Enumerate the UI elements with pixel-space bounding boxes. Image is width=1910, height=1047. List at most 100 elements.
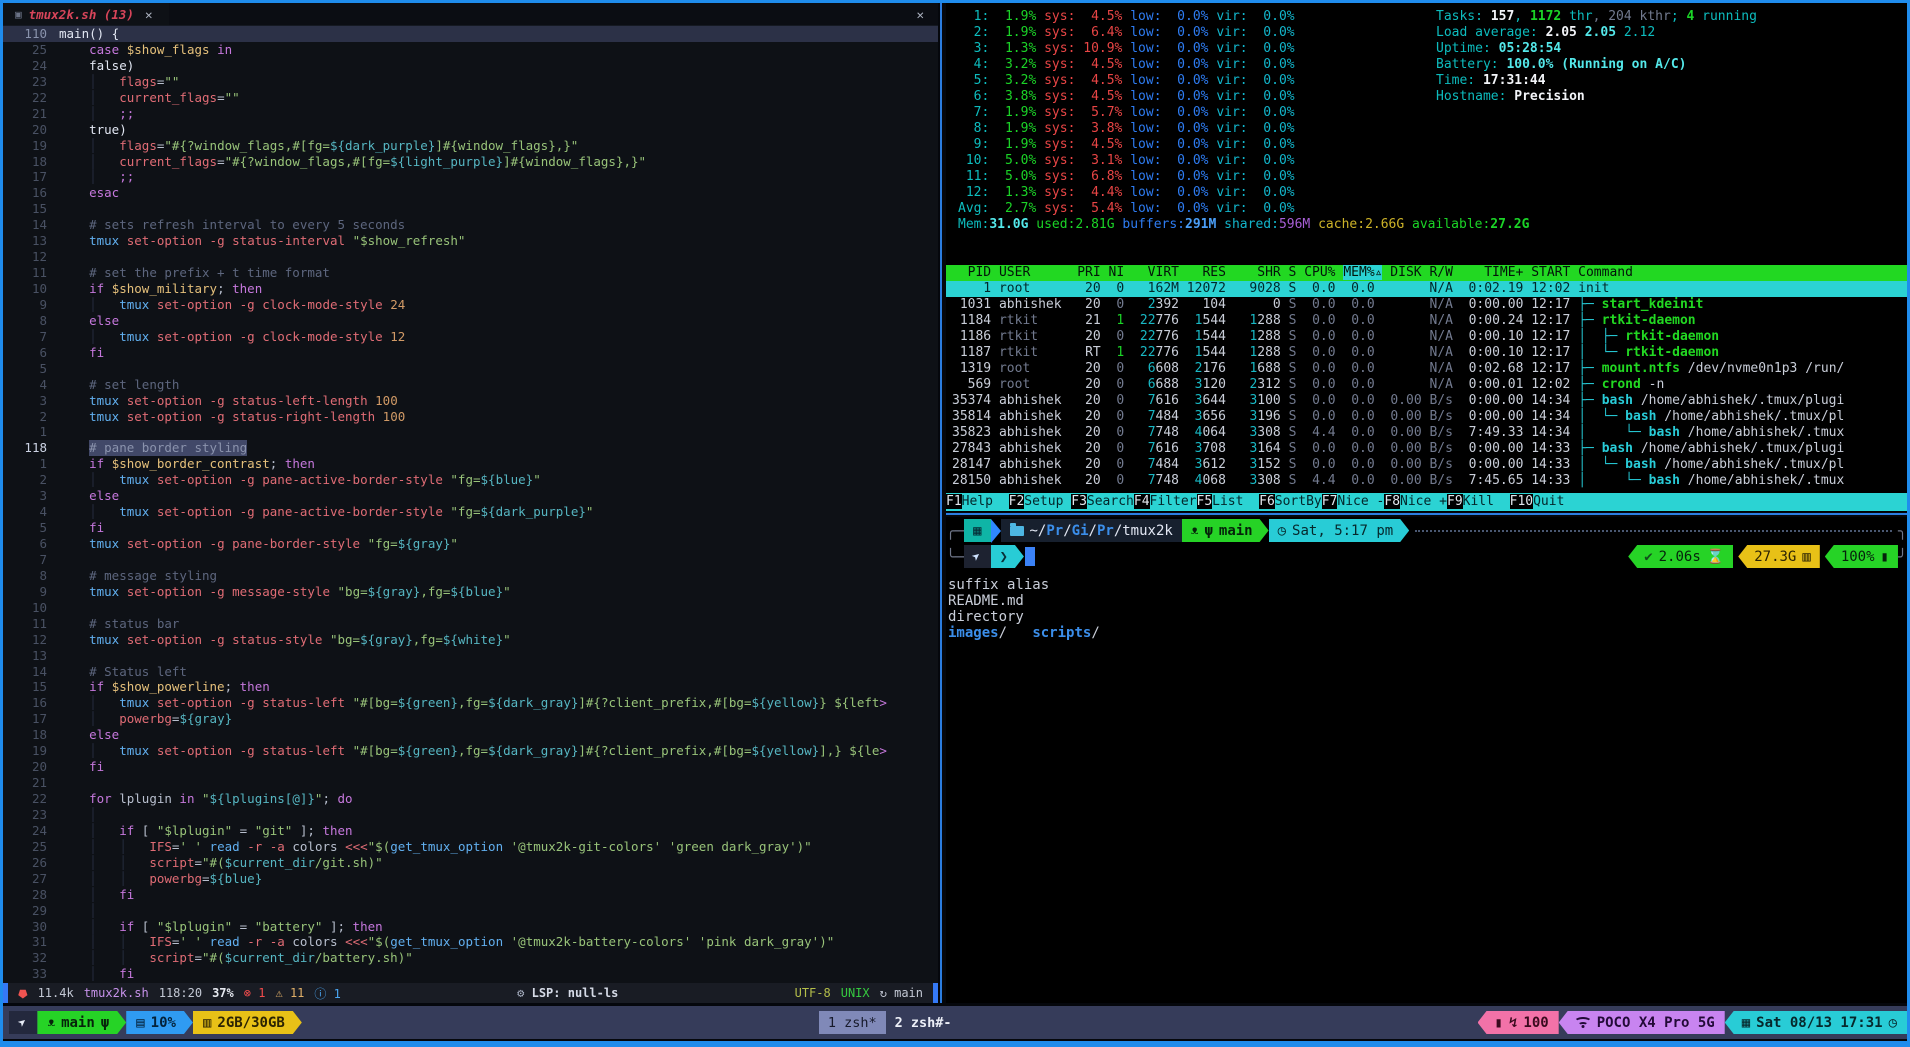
code-line[interactable]: 4 │ tmux set-option -g pane-active-borde… (3, 504, 938, 520)
code-line[interactable]: 8 # message styling (3, 568, 938, 584)
code-line[interactable]: 13 (3, 648, 938, 664)
code-line[interactable]: 30 │ if [ "$lplugin" = "battery" ]; then (3, 919, 938, 935)
code-line[interactable]: 25 case $show_flags in (3, 42, 938, 58)
code-line[interactable]: 13 tmux set-option -g status-interval "$… (3, 233, 938, 249)
code-line[interactable]: 26 │ │ script="#($current_dir/git.sh)" (3, 855, 938, 871)
code-line[interactable]: 33 │ fi (3, 966, 938, 982)
warning-badge[interactable]: ⚠ 11 (275, 986, 304, 1000)
function-key-bar[interactable]: F1Help F2Setup F3SearchF4FilterF5List F6… (946, 493, 1907, 511)
code-line[interactable]: 10 if $show_military; then (3, 281, 938, 297)
code-line[interactable]: 29 │ (3, 903, 938, 919)
terminal-cursor[interactable] (1025, 547, 1035, 566)
code-line[interactable]: 12 (3, 249, 938, 265)
code-line[interactable]: 4 # set length (3, 377, 938, 393)
process-row[interactable]: 1 root 20 0 162M 12072 9028 S 0.0 0.0 N/… (946, 281, 1907, 297)
github-cat-icon: ᴥ (47, 1014, 55, 1031)
code-line[interactable]: 19 │ tmux set-option -g status-left "#[b… (3, 743, 938, 759)
code-line[interactable]: 22 │ current_flags="" (3, 90, 938, 106)
process-row[interactable]: 1319 root 20 0 6608 2176 1688 S 0.0 0.0 … (946, 361, 1907, 377)
process-row[interactable]: 35823 abhishek 20 0 7748 4064 3308 S 4.4… (946, 425, 1907, 441)
code-line[interactable]: 3 tmux set-option -g status-left-length … (3, 393, 938, 409)
process-row[interactable]: PID USER PRI NI VIRT RES SHR S CPU% MEM%… (946, 265, 1907, 281)
code-line[interactable]: 28 │ fi (3, 887, 938, 903)
cpu-meter-row: 3: 1.3% sys: 10.9% low: 0.0% vir: 0.0% (958, 41, 1295, 57)
tabbar-close-icon[interactable]: ✕ (902, 7, 938, 22)
code-line[interactable]: 10 (3, 600, 938, 616)
code-line[interactable]: 7 │ tmux set-option -g clock-mode-style … (3, 329, 938, 345)
code-line[interactable]: 18 else (3, 727, 938, 743)
line-number: 23 (3, 807, 59, 823)
code-line[interactable]: 12 tmux set-option -g status-style "bg=$… (3, 632, 938, 648)
process-row[interactable]: 1187 rtkit RT 1 22776 1544 1288 S 0.0 0.… (946, 345, 1907, 361)
code-line[interactable]: 24 │ if [ "$lplugin" = "git" ]; then (3, 823, 938, 839)
code-line[interactable]: 16 │ tmux set-option -g status-left "#[b… (3, 695, 938, 711)
code-line[interactable]: 20 fi (3, 759, 938, 775)
process-row[interactable]: 1031 abhishek 20 0 2392 104 0 S 0.0 0.0 … (946, 297, 1907, 313)
code-line[interactable]: 11 # status bar (3, 616, 938, 632)
code-line[interactable]: 1 (3, 424, 938, 440)
code-line[interactable]: 7 (3, 552, 938, 568)
process-row[interactable]: 1184 rtkit 21 1 22776 1544 1288 S 0.0 0.… (946, 313, 1907, 329)
code-line[interactable]: 32 │ │ script="#($current_dir/battery.sh… (3, 950, 938, 966)
code-line[interactable]: 15 (3, 201, 938, 217)
process-row[interactable]: 35814 abhishek 20 0 7484 3656 3196 S 0.0… (946, 409, 1907, 425)
tab-close-icon[interactable]: ✕ (141, 7, 157, 22)
code-line[interactable]: 6 fi (3, 345, 938, 361)
code-line[interactable]: 5 (3, 361, 938, 377)
process-row[interactable]: 27843 abhishek 20 0 7616 3708 3164 S 0.0… (946, 441, 1907, 457)
code-line[interactable]: 14 # sets refresh interval to every 5 se… (3, 217, 938, 233)
code-line[interactable]: 11 # set the prefix + t time format (3, 265, 938, 281)
line-number: 16 (3, 185, 59, 201)
code-line[interactable]: 20 true) (3, 122, 938, 138)
code-line[interactable]: 1 if $show_border_contrast; then (3, 456, 938, 472)
line-number: 25 (3, 839, 59, 855)
code-line[interactable]: 17 │ powerbg=${gray} (3, 711, 938, 727)
code-line[interactable]: 6 tmux set-option -g pane-border-style "… (3, 536, 938, 552)
info-badge[interactable]: ⓘ 1 (314, 985, 340, 1002)
pane-divider-horizontal[interactable] (946, 513, 1907, 515)
window-2-zsh[interactable]: 2 zsh#- (886, 1011, 961, 1034)
window-1-zsh[interactable]: 1 zsh* (819, 1011, 886, 1034)
pane-divider-vertical[interactable] (940, 3, 942, 1003)
error-badge[interactable]: ⊗ 1 (244, 986, 266, 1000)
code-line[interactable]: 23 │ flags="" (3, 74, 938, 90)
tab-tmux2k[interactable]: ▣ tmux2k.sh (13) ✕ (3, 3, 169, 25)
cpu-meter-row: 2: 1.9% sys: 6.4% low: 0.0% vir: 0.0% (958, 25, 1295, 41)
code-line[interactable]: 17 │ ;; (3, 169, 938, 185)
process-row[interactable]: 35374 abhishek 20 0 7616 3644 3100 S 0.0… (946, 393, 1907, 409)
code-line[interactable]: 118 # pane border styling (3, 440, 938, 456)
process-row[interactable]: 28147 abhishek 20 0 7484 3612 3152 S 0.0… (946, 457, 1907, 473)
code-line[interactable]: 9 │ tmux set-option -g clock-mode-style … (3, 297, 938, 313)
code-line[interactable]: 2 tmux set-option -g status-right-length… (3, 409, 938, 425)
code-line[interactable]: 16 esac (3, 185, 938, 201)
code-line[interactable]: 5 fi (3, 520, 938, 536)
code-buffer[interactable]: 110main() {25 case $show_flags in24 fals… (3, 26, 938, 983)
code-line[interactable]: 25 │ │ IFS=' ' read -r -a colors <<<"$(g… (3, 839, 938, 855)
code-line[interactable]: 23 │ (3, 807, 938, 823)
terminal-pane[interactable]: ╭─ ▦ ~/Pr/Gi/Pr/tmux2k ᴥ ψ main ◷ Sat, 5… (946, 517, 1907, 1003)
code-line[interactable]: 21 (3, 775, 938, 791)
line-number: 18 (3, 154, 59, 170)
code-line[interactable]: 110main() { (3, 26, 938, 42)
process-row[interactable]: 28150 abhishek 20 0 7748 4068 3308 S 4.4… (946, 473, 1907, 489)
process-table[interactable]: PID USER PRI NI VIRT RES SHR S CPU% MEM%… (946, 265, 1907, 489)
process-row[interactable]: 569 root 20 0 6688 3120 2312 S 0.0 0.0 N… (946, 377, 1907, 393)
line-number: 31 (3, 934, 59, 950)
code-line[interactable]: 18 │ current_flags="#{?window_flags,#[fg… (3, 154, 938, 170)
code-line[interactable]: 22 for lplugin in "${lplugins[@]}"; do (3, 791, 938, 807)
code-line[interactable]: 9 tmux set-option -g message-style "bg=$… (3, 584, 938, 600)
code-line[interactable]: 8 else (3, 313, 938, 329)
line-number: 110 (3, 26, 59, 42)
code-line[interactable]: 21 │ ;; (3, 106, 938, 122)
code-line[interactable]: 2 │ tmux set-option -g pane-active-borde… (3, 472, 938, 488)
code-line[interactable]: 15 if $show_powerline; then (3, 679, 938, 695)
code-line[interactable]: 24 false) (3, 58, 938, 74)
code-line[interactable]: 27 │ │ powerbg=${blue} (3, 871, 938, 887)
code-line[interactable]: 14 # Status left (3, 664, 938, 680)
system-info-row: Hostname: Precision (1436, 89, 1757, 105)
code-line[interactable]: 19 │ flags="#{?window_flags,#[fg=${dark_… (3, 138, 938, 154)
session-segment[interactable]: ➤ (9, 1011, 37, 1034)
code-line[interactable]: 31 │ │ IFS=' ' read -r -a colors <<<"$(g… (3, 934, 938, 950)
process-row[interactable]: 1186 rtkit 20 0 22776 1544 1288 S 0.0 0.… (946, 329, 1907, 345)
code-line[interactable]: 3 else (3, 488, 938, 504)
